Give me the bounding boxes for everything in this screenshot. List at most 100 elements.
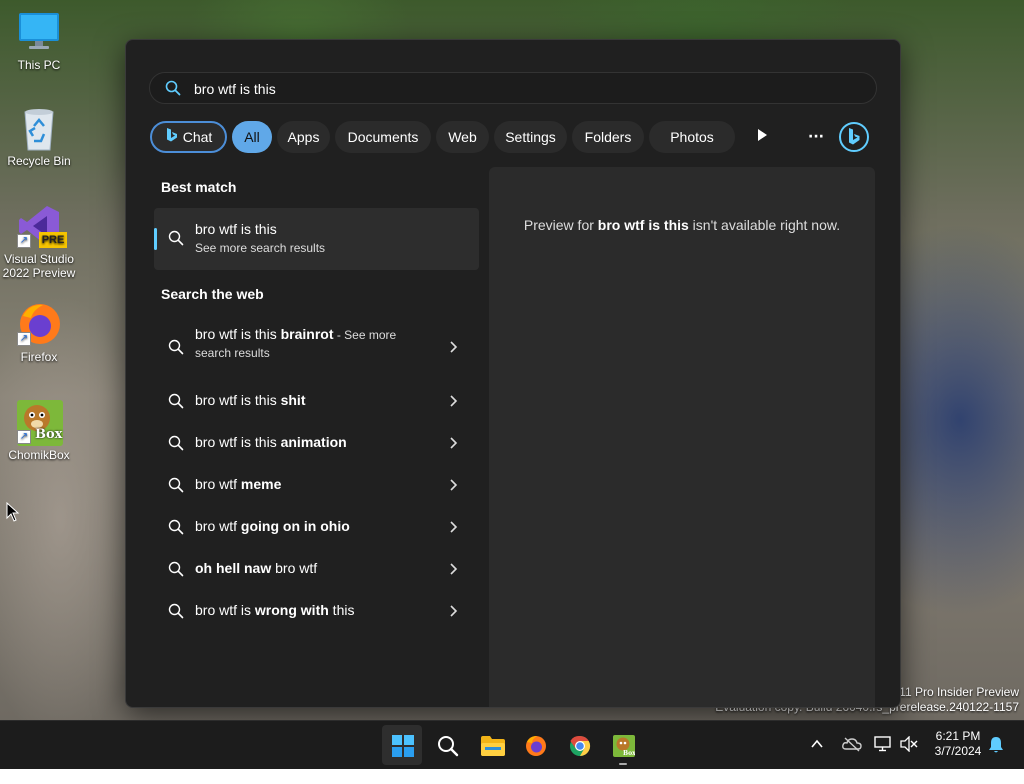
web-result-item[interactable]: bro wtf meme bbox=[154, 469, 479, 501]
result-suffix: - See more bbox=[333, 328, 397, 342]
volume-tray-button[interactable] bbox=[900, 735, 918, 784]
result-suffix: this bbox=[328, 602, 355, 618]
desktop-icon-label: Recycle Bin bbox=[7, 154, 71, 168]
folder-icon bbox=[481, 735, 505, 761]
result-plain: bro wtf is this bbox=[195, 326, 281, 342]
desktop-icon-visual-studio[interactable]: PRE ↗ Visual Studio 2022 Preview bbox=[2, 204, 76, 280]
filter-documents[interactable]: Documents bbox=[335, 121, 431, 153]
web-result-item[interactable]: oh hell naw bro wtf bbox=[154, 553, 479, 585]
windows-logo-icon bbox=[392, 735, 414, 761]
chevron-right-icon bbox=[448, 340, 458, 357]
filter-photos[interactable]: Photos bbox=[649, 121, 735, 153]
web-result-text: bro wtf is this shit bbox=[195, 392, 445, 408]
search-box[interactable] bbox=[149, 72, 877, 104]
search-panel: Chat All Apps Documents Web Settings Fol… bbox=[125, 39, 901, 708]
bell-icon bbox=[989, 737, 1003, 753]
result-bold: oh hell naw bbox=[195, 560, 272, 576]
firefox-icon bbox=[525, 735, 547, 761]
recycle-bin-icon bbox=[17, 106, 61, 151]
selection-indicator bbox=[154, 228, 157, 250]
result-suffix: bro wtf bbox=[271, 560, 318, 576]
onedrive-tray-button[interactable] bbox=[842, 736, 862, 784]
volume-muted-icon bbox=[900, 735, 918, 753]
web-result-item[interactable]: bro wtf going on in ohio bbox=[154, 511, 479, 543]
clock-date: 3/7/2024 bbox=[934, 744, 982, 758]
result-bold: going on in ohio bbox=[240, 518, 350, 534]
preview-suffix: isn't available right now. bbox=[688, 217, 841, 233]
start-button[interactable] bbox=[382, 725, 422, 765]
taskbar-chrome[interactable] bbox=[559, 725, 599, 765]
search-input[interactable] bbox=[192, 77, 856, 101]
desktop-icon-firefox[interactable]: ↗ Firefox bbox=[2, 302, 76, 364]
filter-folders[interactable]: Folders bbox=[572, 121, 644, 153]
search-icon bbox=[168, 393, 184, 412]
more-options-button[interactable]: ··· bbox=[800, 121, 832, 153]
desktop-icon-label: This PC bbox=[17, 58, 61, 72]
best-match-item[interactable]: bro wtf is this See more search results bbox=[154, 208, 479, 270]
network-tray-button[interactable] bbox=[874, 736, 892, 784]
filter-apps[interactable]: Apps bbox=[277, 121, 330, 153]
filter-chat[interactable]: Chat bbox=[150, 121, 227, 153]
clock-time: 6:21 PM bbox=[935, 729, 981, 743]
box-badge: Box bbox=[35, 427, 63, 442]
taskbar: Box 6:21 PM 3/7/2024 bbox=[0, 720, 1024, 769]
web-result-text: bro wtf meme bbox=[195, 476, 445, 492]
bing-button[interactable] bbox=[838, 121, 870, 153]
scroll-filters-button[interactable] bbox=[746, 121, 778, 153]
clock[interactable]: 6:21 PM 3/7/2024 bbox=[925, 729, 991, 759]
chevron-right-icon bbox=[448, 436, 458, 453]
filter-all[interactable]: All bbox=[232, 121, 272, 153]
web-result-item[interactable]: bro wtf is this animation bbox=[154, 427, 479, 459]
web-result-item[interactable]: bro wtf is wrong with this bbox=[154, 595, 479, 627]
chomikbox-icon: Box bbox=[613, 735, 636, 761]
web-result-text: bro wtf is this animation bbox=[195, 434, 445, 450]
result-bold: meme bbox=[240, 476, 282, 492]
chomikbox-icon: Box ↗ bbox=[17, 400, 63, 446]
search-icon bbox=[168, 603, 184, 622]
search-web-heading: Search the web bbox=[161, 286, 264, 302]
chrome-icon bbox=[569, 735, 591, 761]
chevron-right-icon bbox=[448, 394, 458, 411]
bing-icon bbox=[839, 122, 869, 152]
result-plain: bro wtf bbox=[195, 518, 241, 534]
desktop-icon-chomikbox[interactable]: Box ↗ ChomikBox bbox=[2, 400, 76, 462]
web-result-item[interactable]: bro wtf is this shit bbox=[154, 385, 479, 417]
search-icon bbox=[165, 80, 181, 100]
web-result-item[interactable]: bro wtf is this brainrot - See more searc… bbox=[154, 324, 479, 374]
chevron-right-icon bbox=[448, 562, 458, 579]
cloud-offline-icon bbox=[842, 737, 862, 752]
search-icon bbox=[168, 435, 184, 454]
best-match-title: bro wtf is this bbox=[195, 221, 277, 237]
result-bold: animation bbox=[280, 434, 347, 450]
filter-settings[interactable]: Settings bbox=[494, 121, 567, 153]
preview-pane: Preview for bro wtf is this isn't availa… bbox=[489, 167, 875, 707]
result-plain: bro wtf is this bbox=[195, 392, 281, 408]
taskbar-file-explorer[interactable] bbox=[471, 725, 511, 765]
monitor-icon bbox=[17, 10, 61, 54]
firefox-icon: ↗ bbox=[17, 302, 61, 346]
desktop-icon-label: ChomikBox bbox=[8, 448, 70, 462]
search-icon bbox=[168, 230, 184, 250]
svg-text:Box: Box bbox=[623, 750, 635, 757]
show-hidden-icons-button[interactable] bbox=[810, 735, 824, 783]
shortcut-arrow-icon: ↗ bbox=[17, 430, 31, 444]
search-icon bbox=[437, 735, 459, 761]
play-arrow-icon bbox=[758, 129, 767, 141]
web-result-text: oh hell naw bro wtf bbox=[195, 560, 445, 576]
pre-badge: PRE bbox=[39, 232, 67, 248]
filter-web[interactable]: Web bbox=[436, 121, 489, 153]
taskbar-chomikbox[interactable]: Box bbox=[603, 725, 643, 765]
result-plain: bro wtf bbox=[195, 476, 241, 492]
search-icon bbox=[168, 519, 184, 538]
taskbar-firefox[interactable] bbox=[515, 725, 555, 765]
desktop-icon-this-pc[interactable]: This PC bbox=[2, 10, 76, 72]
best-match-heading: Best match bbox=[161, 179, 237, 195]
chevron-right-icon bbox=[448, 478, 458, 495]
search-icon bbox=[168, 477, 184, 496]
notifications-button[interactable] bbox=[988, 736, 1004, 784]
running-indicator bbox=[619, 763, 627, 765]
search-icon bbox=[168, 339, 184, 358]
taskbar-search-button[interactable] bbox=[427, 725, 467, 765]
result-bold: shit bbox=[280, 392, 306, 408]
desktop-icon-recycle-bin[interactable]: Recycle Bin bbox=[2, 106, 76, 168]
